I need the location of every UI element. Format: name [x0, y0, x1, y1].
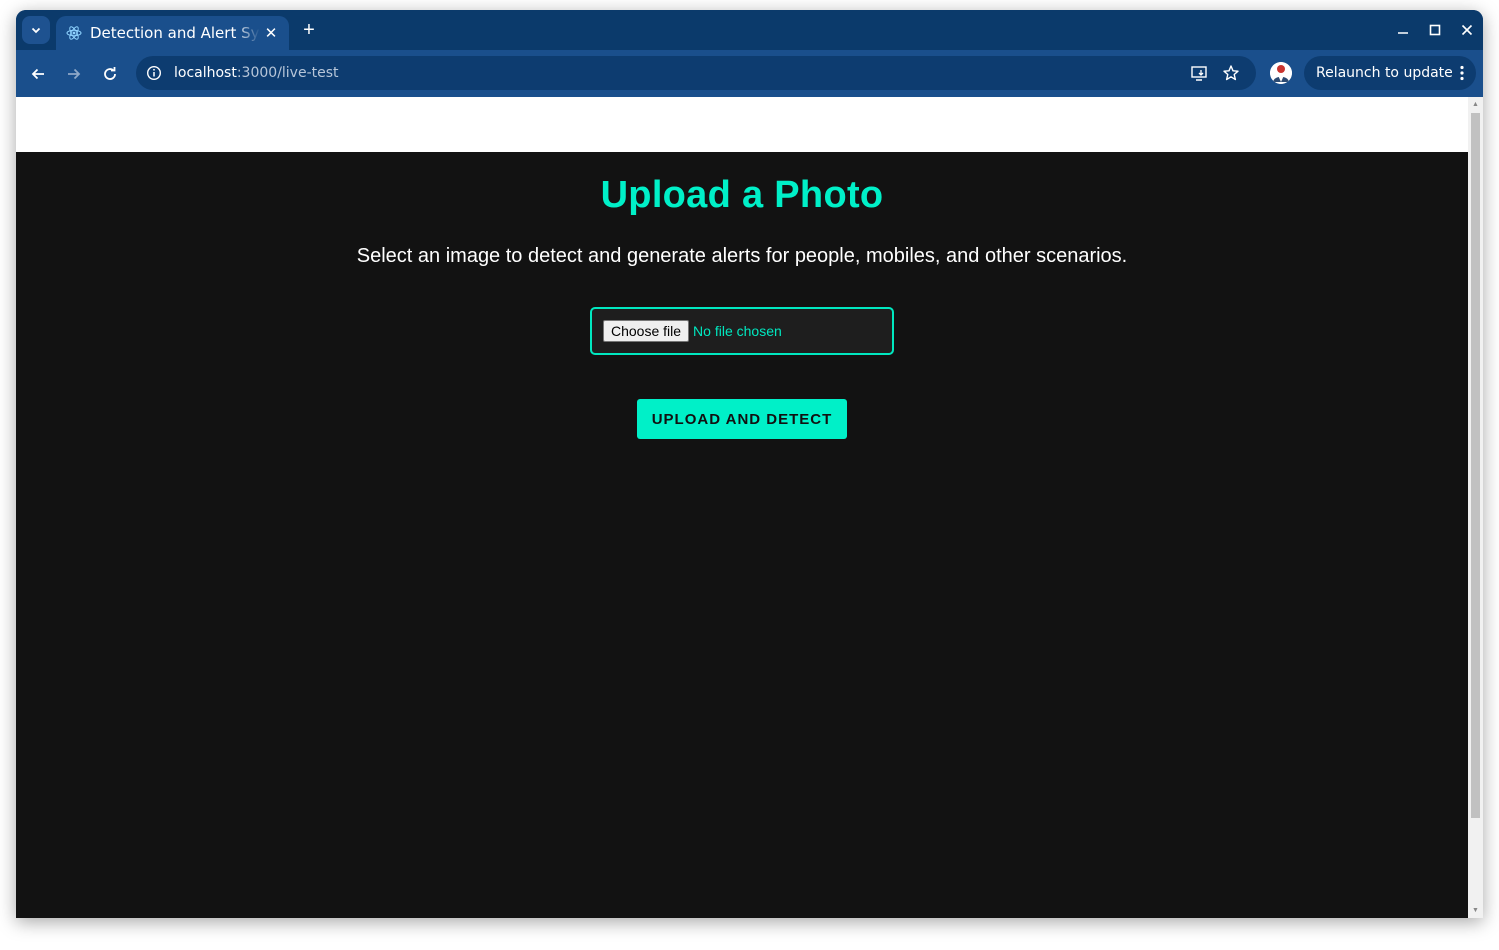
tab-active[interactable]: Detection and Alert System ✕ [56, 16, 289, 50]
scroll-down-icon[interactable]: ▼ [1471, 906, 1480, 915]
page-title: Upload a Photo [600, 174, 884, 216]
site-info-icon[interactable] [144, 63, 164, 83]
upload-page: Upload a Photo Select an image to detect… [16, 152, 1468, 918]
upload-and-detect-button[interactable]: UPLOAD AND DETECT [637, 399, 847, 439]
react-icon [66, 25, 82, 41]
scroll-up-icon[interactable]: ▲ [1471, 100, 1480, 109]
page-viewport: Upload a Photo Select an image to detect… [16, 97, 1483, 918]
tab-title: Detection and Alert System [90, 24, 260, 42]
page-subtitle: Select an image to detect and generate a… [356, 245, 1128, 267]
back-icon[interactable] [26, 62, 50, 86]
choose-file-button[interactable]: Choose file [603, 320, 690, 342]
close-window-icon[interactable] [1457, 20, 1477, 40]
chevron-down-icon [31, 27, 41, 34]
install-app-icon[interactable] [1189, 63, 1209, 83]
minimize-icon[interactable] [1393, 20, 1413, 40]
tab-search-button[interactable] [22, 16, 50, 44]
address-bar[interactable]: localhost:3000/live-test [136, 56, 1256, 90]
browser-toolbar: localhost:3000/live-test Relaunch to upd… [16, 50, 1483, 97]
relaunch-button[interactable]: Relaunch to update [1304, 56, 1476, 90]
close-tab-icon[interactable]: ✕ [263, 24, 279, 42]
reload-icon[interactable] [98, 62, 122, 86]
scroll-thumb[interactable] [1471, 113, 1480, 818]
tab-strip: Detection and Alert System ✕ + [16, 10, 1483, 50]
url-text: localhost:3000/live-test [174, 65, 339, 81]
relaunch-label: Relaunch to update [1316, 65, 1453, 81]
bookmark-star-icon[interactable] [1221, 63, 1241, 83]
url-host: localhost [174, 65, 237, 81]
page-top-strip [16, 97, 1468, 152]
file-status-text: No file chosen [693, 323, 782, 339]
new-tab-button[interactable]: + [298, 19, 320, 41]
vertical-scrollbar[interactable]: ▲ ▼ [1468, 97, 1483, 918]
file-input[interactable]: Choose file No file chosen [590, 307, 894, 355]
more-options-icon[interactable] [1460, 65, 1464, 81]
forward-icon[interactable] [62, 62, 86, 86]
avatar-icon [1270, 62, 1292, 84]
url-path: :3000/live-test [236, 65, 339, 81]
profile-avatar[interactable] [1270, 62, 1292, 84]
browser-window: Detection and Alert System ✕ + localhost… [16, 10, 1483, 918]
maximize-icon[interactable] [1425, 20, 1445, 40]
